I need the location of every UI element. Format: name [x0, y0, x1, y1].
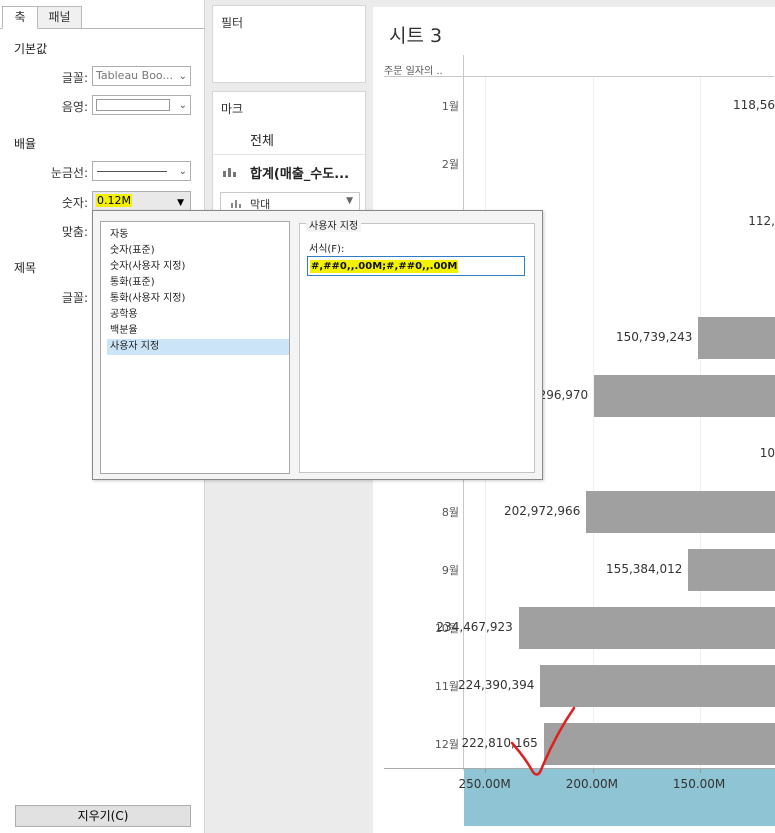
bar-chart-icon — [223, 168, 236, 177]
scale-tick-dropdown[interactable]: ⌄ — [92, 161, 191, 181]
marks-title: 마크 — [221, 102, 244, 116]
tab-axis[interactable]: 축 — [2, 6, 38, 29]
defaults-shading-dropdown[interactable]: ⌄ — [92, 95, 191, 115]
month-label[interactable]: 12월 — [383, 736, 459, 752]
bar[interactable] — [543, 723, 775, 765]
filters-card[interactable]: 필터 — [212, 5, 366, 83]
format-option[interactable]: 백분율 — [107, 323, 289, 339]
format-input[interactable]: #,##0,,.00M;#,##0,,.00M — [307, 256, 525, 276]
x-axis-line — [384, 768, 775, 769]
bar-value-label: 150,739,243 — [616, 330, 693, 344]
format-option[interactable]: 숫자(표준) — [107, 243, 289, 259]
bar-value-label: 202,972,966 — [503, 504, 581, 518]
row-header[interactable]: 주문 일자의 .. — [384, 62, 443, 77]
format-type-list[interactable]: 자동 숫자(표준) 숫자(사용자 지정) 통화(표준) 통화(사용자 지정) 공학용 백분율… — [100, 221, 290, 474]
title-section-title: 제목 — [14, 261, 37, 275]
format-input-value: #,##0,,.00M;#,##0,,.00M — [310, 260, 459, 273]
marks-measure-label: 합계(매출_수도... — [250, 167, 350, 182]
sheet-title[interactable]: 시트 3 — [389, 21, 442, 48]
line-style-preview — [97, 171, 167, 172]
x-tick — [485, 769, 487, 773]
triangle-down-icon: ▼ — [346, 196, 353, 206]
bar[interactable] — [518, 607, 775, 649]
scale-number-dropdown[interactable]: 0.12M ▼ — [92, 191, 191, 211]
format-option[interactable]: 통화(사용자 지정) — [107, 291, 289, 307]
custom-format-group: 사용자 지정 서식(F): #,##0,,.00M;#,##0,,.00M — [299, 217, 535, 473]
month-label[interactable]: 9월 — [383, 562, 459, 578]
month-label[interactable]: 1월 — [383, 98, 459, 114]
bar-value-label: 222,810,165 — [461, 736, 538, 750]
bar[interactable] — [540, 665, 775, 707]
bar[interactable] — [688, 549, 775, 591]
format-option[interactable]: 사용자 지정 — [107, 339, 289, 355]
x-tick-label: 250.00M — [458, 777, 511, 791]
format-option[interactable]: 공학용 — [107, 307, 289, 323]
bar[interactable] — [594, 375, 775, 417]
title-font-label: 글꼴: — [61, 291, 88, 305]
chevron-down-icon: ⌄ — [178, 166, 187, 177]
marks-card: 마크 전체 합계(매출_수도... 막대 ▼ — [212, 91, 367, 221]
month-label[interactable]: 2월 — [383, 156, 459, 172]
x-tick-label: 150.00M — [672, 777, 726, 791]
filters-title: 필터 — [221, 16, 244, 30]
x-tick — [699, 769, 701, 773]
scale-number-value: 0.12M — [96, 194, 132, 207]
chevron-down-icon: ⌄ — [178, 71, 187, 82]
marks-all[interactable]: 전체 — [213, 122, 367, 154]
bar-chart-icon — [231, 200, 241, 208]
scale-tick-label: 눈금선: — [50, 166, 88, 180]
scale-number-label: 숫자: — [61, 196, 88, 210]
header-divider — [384, 76, 774, 77]
defaults-font-value: Tableau Boo... — [96, 69, 173, 82]
bar[interactable] — [698, 317, 775, 359]
marks-measure[interactable]: 합계(매출_수도... — [213, 154, 367, 186]
format-tabs: 축 패널 — [0, 6, 205, 29]
x-tick-label: 200.00M — [565, 777, 619, 791]
bar-value-label: 155,384,012 — [606, 562, 683, 576]
bar-value-label: 10 — [759, 446, 775, 460]
x-tick — [592, 769, 594, 773]
bar-value-label: 112, — [748, 214, 775, 228]
format-option[interactable]: 숫자(사용자 지정) — [107, 259, 289, 275]
chevron-down-icon: ⌄ — [178, 100, 187, 111]
defaults-font-label: 글꼴: — [61, 71, 88, 85]
bar-value-label: 118,56 — [733, 98, 775, 112]
defaults-shading-label: 음영: — [61, 100, 88, 114]
scale-section-title: 배율 — [14, 137, 37, 151]
month-label[interactable]: 11월 — [383, 678, 459, 694]
defaults-section-title: 기본값 — [14, 42, 48, 56]
clear-button[interactable]: 지우기(C) — [15, 805, 191, 827]
bar-value-label: 234,467,923 — [436, 620, 513, 634]
bar[interactable] — [586, 491, 775, 533]
month-label[interactable]: 8월 — [383, 504, 459, 520]
triangle-down-icon: ▼ — [177, 198, 184, 208]
color-swatch — [96, 99, 170, 111]
custom-group-title: 사용자 지정 — [306, 217, 362, 232]
format-label: 서식(F): — [309, 244, 345, 255]
tab-pane[interactable]: 패널 — [37, 6, 82, 29]
defaults-font-dropdown[interactable]: Tableau Boo... ⌄ — [92, 66, 191, 86]
marks-all-label: 전체 — [250, 134, 274, 149]
number-format-popup: 자동 숫자(표준) 숫자(사용자 지정) 통화(표준) 통화(사용자 지정) 공학용 백분율… — [92, 210, 543, 480]
scale-alignment-label: 맞춤: — [61, 225, 88, 239]
format-option[interactable]: 자동 — [107, 227, 289, 243]
bar-value-label: 224,390,394 — [458, 678, 535, 692]
format-option[interactable]: 통화(표준) — [107, 275, 289, 291]
